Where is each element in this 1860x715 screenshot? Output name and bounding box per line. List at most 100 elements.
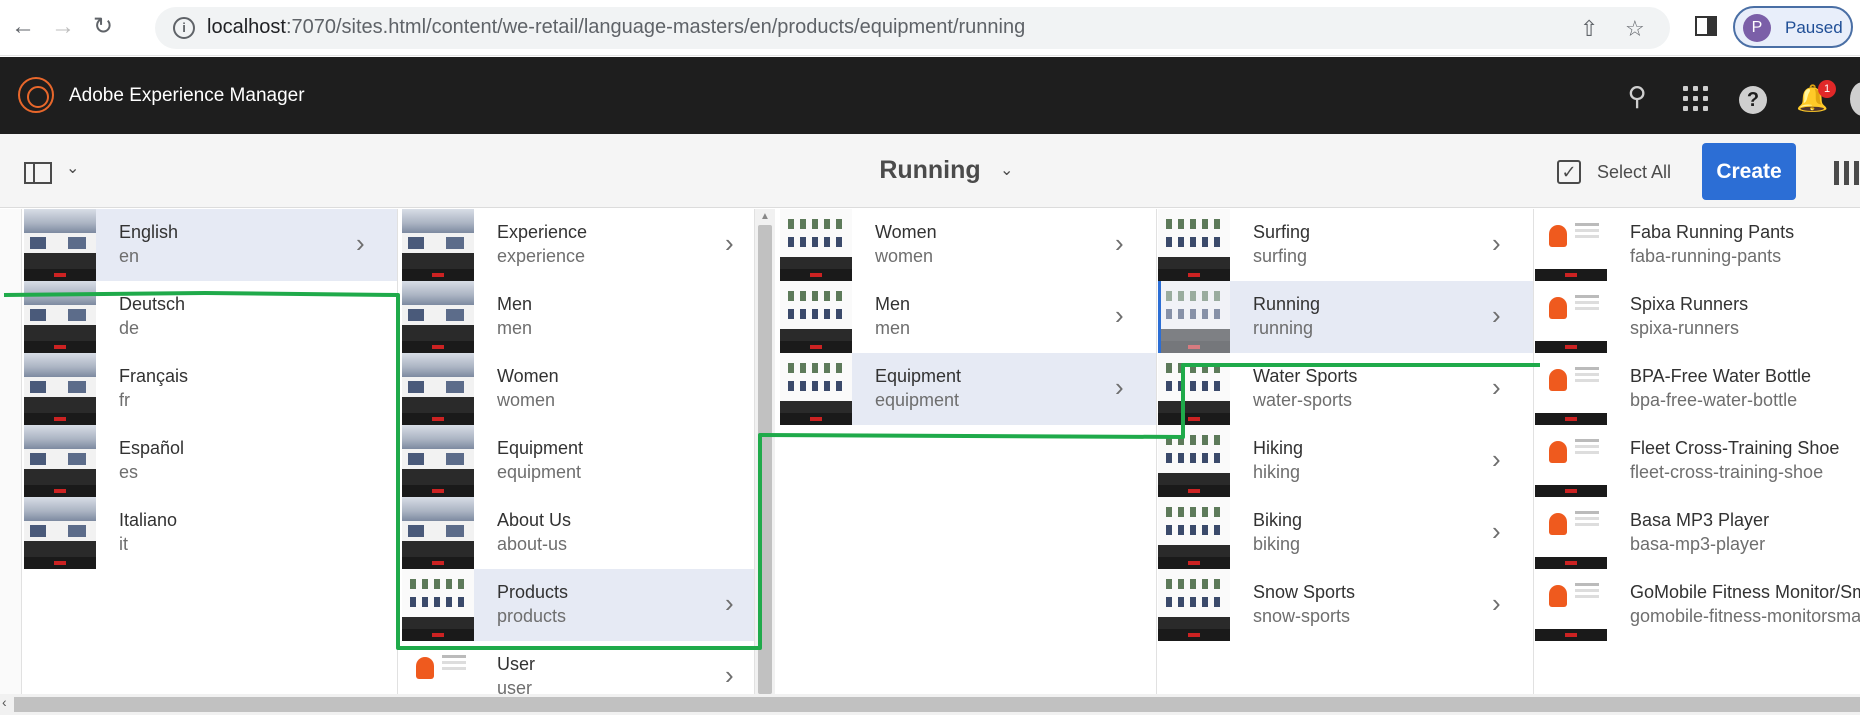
- select-all-button[interactable]: Select All: [1597, 162, 1671, 183]
- create-button[interactable]: Create: [1702, 143, 1796, 200]
- horizontal-scrollbar[interactable]: ‹: [0, 694, 1860, 715]
- list-item[interactable]: GoMobile Fitness Monitor/Sm gomobile-fitn…: [1535, 569, 1860, 641]
- list-item[interactable]: Biking biking ›: [1158, 497, 1533, 569]
- page-thumbnail[interactable]: [24, 353, 96, 425]
- item-title: Equipment: [875, 366, 962, 386]
- search-icon[interactable]: ⚲: [1622, 81, 1652, 111]
- list-item[interactable]: Products products ›: [402, 569, 754, 641]
- list-item[interactable]: Spixa Runners spixa-runners: [1535, 281, 1860, 353]
- app-title[interactable]: Adobe Experience Manager: [69, 85, 305, 107]
- item-title: User: [497, 654, 536, 674]
- page-thumbnail[interactable]: [780, 281, 852, 353]
- page-thumbnail[interactable]: [24, 497, 96, 569]
- chevron-right-icon[interactable]: ›: [356, 230, 376, 256]
- list-item[interactable]: Italiano it: [24, 497, 397, 569]
- item-title: Running: [1253, 294, 1321, 314]
- page-thumbnail[interactable]: [402, 425, 474, 497]
- list-item[interactable]: English en ›: [24, 209, 397, 281]
- chevron-right-icon[interactable]: ›: [1492, 446, 1512, 472]
- list-item[interactable]: Running running ›: [1158, 281, 1533, 353]
- forward-icon[interactable]: →: [48, 12, 78, 42]
- url-text[interactable]: localhost:7070/sites.html/content/we-ret…: [207, 16, 1025, 39]
- list-item[interactable]: Français fr: [24, 353, 397, 425]
- share-icon[interactable]: ⇧: [1580, 16, 1598, 42]
- page-thumbnail[interactable]: [1158, 497, 1230, 569]
- bookmark-star-icon[interactable]: ☆: [1625, 16, 1645, 42]
- list-item[interactable]: Faba Running Pants faba-running-pants: [1535, 209, 1860, 281]
- page-thumbnail[interactable]: [1535, 281, 1607, 353]
- page-thumbnail[interactable]: [402, 353, 474, 425]
- chevron-right-icon[interactable]: ›: [725, 230, 745, 256]
- page-thumbnail[interactable]: [1535, 353, 1607, 425]
- chevron-right-icon[interactable]: ›: [1492, 374, 1512, 400]
- selection-indicator: [1158, 281, 1161, 353]
- column-scrollbar[interactable]: ▲: [755, 209, 775, 694]
- aem-logo-icon[interactable]: [18, 77, 54, 113]
- chevron-right-icon[interactable]: ›: [725, 662, 745, 688]
- page-thumbnail[interactable]: [402, 641, 474, 694]
- list-item[interactable]: Water Sports water-sports ›: [1158, 353, 1533, 425]
- reload-icon[interactable]: ↻: [88, 12, 118, 42]
- page-thumbnail[interactable]: [24, 425, 96, 497]
- page-thumbnail[interactable]: [1158, 569, 1230, 641]
- list-item[interactable]: Women women ›: [780, 209, 1156, 281]
- list-item[interactable]: Men men ›: [780, 281, 1156, 353]
- page-thumbnail[interactable]: [780, 353, 852, 425]
- horizontal-scrollbar-thumb[interactable]: [14, 697, 1860, 712]
- side-panel-icon[interactable]: [1695, 16, 1717, 36]
- site-info-icon[interactable]: i: [173, 17, 195, 39]
- list-item[interactable]: Women women: [402, 353, 754, 425]
- back-icon[interactable]: ←: [8, 12, 38, 42]
- page-thumbnail[interactable]: [24, 209, 96, 281]
- list-item[interactable]: Deutsch de: [24, 281, 397, 353]
- list-item[interactable]: User user ›: [402, 641, 754, 694]
- chevron-right-icon[interactable]: ›: [725, 590, 745, 616]
- column-view-icon[interactable]: [1834, 161, 1860, 185]
- list-item[interactable]: Español es: [24, 425, 397, 497]
- list-item[interactable]: Hiking hiking ›: [1158, 425, 1533, 497]
- list-item[interactable]: Snow Sports snow-sports ›: [1158, 569, 1533, 641]
- profile-button[interactable]: P Paused: [1733, 6, 1853, 48]
- item-name: spixa-runners: [1630, 318, 1740, 338]
- item-name: men: [875, 318, 911, 338]
- help-icon[interactable]: ?: [1739, 86, 1767, 114]
- page-thumbnail[interactable]: [402, 209, 474, 281]
- list-item[interactable]: Surfing surfing ›: [1158, 209, 1533, 281]
- chevron-right-icon[interactable]: ›: [1492, 230, 1512, 256]
- page-thumbnail[interactable]: [1535, 425, 1607, 497]
- apps-grid-icon[interactable]: [1683, 86, 1709, 112]
- title-chevron-down-icon[interactable]: ⌄: [1000, 160, 1013, 180]
- chevron-right-icon[interactable]: ›: [1115, 302, 1135, 328]
- list-item[interactable]: BPA-Free Water Bottle bpa-free-water-bott…: [1535, 353, 1860, 425]
- select-all-checkbox-icon[interactable]: ✓: [1557, 160, 1581, 184]
- list-item[interactable]: Basa MP3 Player basa-mp3-player: [1535, 497, 1860, 569]
- page-thumbnail[interactable]: [1535, 569, 1607, 641]
- item-title: Basa MP3 Player: [1630, 510, 1770, 530]
- page-thumbnail[interactable]: [1158, 425, 1230, 497]
- list-item[interactable]: About Us about-us: [402, 497, 754, 569]
- page-thumbnail[interactable]: [402, 497, 474, 569]
- avatar: P: [1743, 14, 1771, 42]
- page-title[interactable]: Running: [0, 156, 1860, 185]
- page-thumbnail[interactable]: [1535, 497, 1607, 569]
- chevron-right-icon[interactable]: ›: [1115, 230, 1135, 256]
- list-item[interactable]: Equipment equipment ›: [780, 353, 1156, 425]
- address-bar[interactable]: i localhost:7070/sites.html/content/we-r…: [155, 7, 1670, 49]
- list-item[interactable]: Experience experience ›: [402, 209, 754, 281]
- chevron-right-icon[interactable]: ›: [1492, 518, 1512, 544]
- page-thumbnail[interactable]: [780, 209, 852, 281]
- page-thumbnail[interactable]: [1158, 209, 1230, 281]
- page-thumbnail[interactable]: [24, 281, 96, 353]
- chevron-right-icon[interactable]: ›: [1492, 302, 1512, 328]
- list-item[interactable]: Equipment equipment: [402, 425, 754, 497]
- page-thumbnail[interactable]: [1158, 281, 1230, 353]
- list-item[interactable]: Men men: [402, 281, 754, 353]
- chevron-right-icon[interactable]: ›: [1492, 590, 1512, 616]
- page-thumbnail[interactable]: [1158, 353, 1230, 425]
- chevron-right-icon[interactable]: ›: [1115, 374, 1135, 400]
- list-item[interactable]: Fleet Cross-Training Shoe fleet-cross-tra…: [1535, 425, 1860, 497]
- page-thumbnail[interactable]: [1535, 209, 1607, 281]
- scrollbar-thumb[interactable]: [758, 225, 772, 694]
- page-thumbnail[interactable]: [402, 281, 474, 353]
- page-thumbnail[interactable]: [402, 569, 474, 641]
